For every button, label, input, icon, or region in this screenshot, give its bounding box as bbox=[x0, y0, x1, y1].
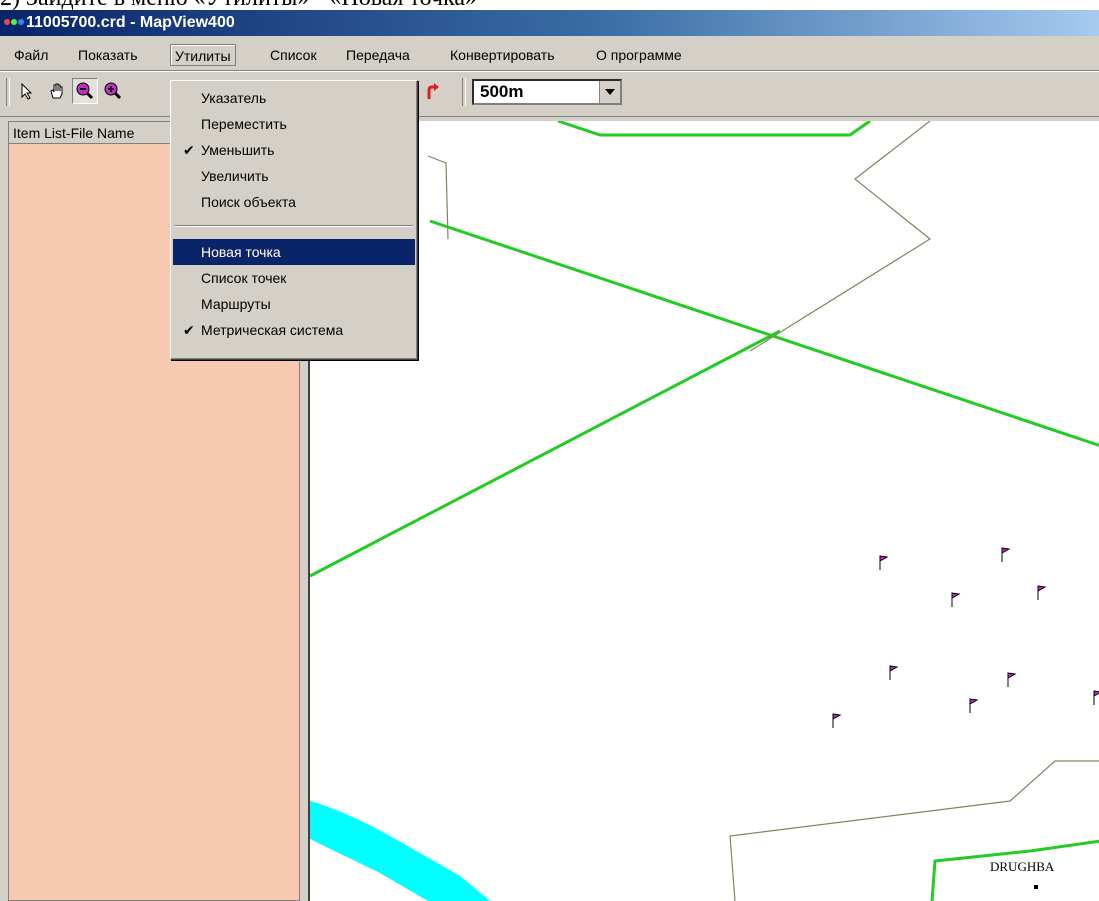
menu-transfer[interactable]: Передача bbox=[342, 44, 414, 66]
menu-item-label: Маршруты bbox=[201, 296, 271, 312]
check-icon: ✔ bbox=[183, 322, 195, 338]
route-arrow-icon bbox=[427, 83, 439, 99]
title-bar[interactable]: 11005700.crd - MapView400 bbox=[0, 10, 1099, 36]
zoom-in-icon bbox=[104, 82, 122, 100]
menu-item-label: Переместить bbox=[201, 116, 287, 132]
waypoint-flag-icon bbox=[889, 665, 899, 680]
menu-item-label: Указатель bbox=[201, 90, 267, 106]
menu-item-zoom-out[interactable]: ✔ Уменьшить bbox=[173, 137, 415, 163]
toolbar-separator bbox=[462, 78, 466, 106]
waypoint-flag-icon bbox=[1007, 672, 1017, 687]
pointer-tool-button[interactable] bbox=[14, 78, 40, 104]
waypoint-flag-icon bbox=[1037, 585, 1047, 600]
waypoint-flag-icon bbox=[1001, 547, 1011, 562]
scale-select[interactable]: 500m bbox=[472, 79, 622, 105]
menu-item-new-point[interactable]: Новая точка bbox=[173, 239, 415, 265]
menu-item-pointer[interactable]: Указатель bbox=[173, 85, 415, 111]
hand-icon bbox=[50, 83, 63, 99]
road-line bbox=[557, 121, 871, 137]
app-window: 11005700.crd - MapView400 Файл Показать … bbox=[0, 10, 1099, 901]
menu-item-label: Метрическая система bbox=[201, 322, 344, 338]
document-caption: 2) Зайдите в меню «Утилиты» - «Новая точ… bbox=[0, 0, 1099, 10]
waypoint-flag-icon bbox=[879, 555, 889, 570]
menu-item-find-object[interactable]: Поиск объекта bbox=[173, 189, 415, 215]
route-tool-button[interactable] bbox=[420, 78, 446, 104]
waypoint-flag-icon bbox=[969, 698, 979, 713]
menu-bar: Файл Показать Утилиты Список Передача Ко… bbox=[0, 36, 1099, 71]
pointer-icon bbox=[21, 82, 33, 100]
menu-item-label: Уменьшить bbox=[201, 142, 275, 158]
utilities-menu-dropdown: Указатель Переместить ✔ Уменьшить Увеличи… bbox=[170, 80, 418, 360]
menu-show[interactable]: Показать bbox=[74, 44, 142, 66]
place-label: DRUGHBA bbox=[990, 859, 1055, 874]
toolbar-separator bbox=[6, 78, 10, 106]
menu-item-label: Список точек bbox=[201, 270, 287, 286]
chevron-down-icon[interactable] bbox=[599, 81, 620, 103]
window-title: 11005700.crd - MapView400 bbox=[26, 14, 235, 31]
boundary-line bbox=[729, 760, 1099, 901]
menu-convert[interactable]: Конвертировать bbox=[446, 44, 559, 66]
menu-separator bbox=[175, 225, 413, 227]
menu-item-label: Новая точка bbox=[201, 244, 281, 260]
road-line bbox=[310, 329, 781, 578]
waypoint-flag-icon bbox=[832, 713, 842, 728]
map-drawing bbox=[310, 121, 1099, 901]
hand-tool-button[interactable] bbox=[44, 78, 70, 104]
menu-item-move[interactable]: Переместить bbox=[173, 111, 415, 137]
road-line bbox=[429, 219, 1099, 447]
menu-list[interactable]: Список bbox=[266, 44, 321, 66]
waypoint-flag-icon bbox=[951, 592, 961, 607]
menu-item-label: Увеличить bbox=[201, 168, 269, 184]
zoom-out-icon bbox=[76, 82, 94, 100]
waypoint-flag-icon bbox=[1093, 690, 1099, 705]
toolbar: 500m bbox=[0, 71, 1099, 117]
map-canvas[interactable]: DRUGHBA bbox=[308, 121, 1099, 901]
scale-value: 500m bbox=[480, 82, 524, 101]
menu-item-routes[interactable]: Маршруты bbox=[173, 291, 415, 317]
menu-item-label: Поиск объекта bbox=[201, 194, 296, 210]
zoom-out-tool-button[interactable] bbox=[72, 78, 98, 104]
menu-item-zoom-in[interactable]: Увеличить bbox=[173, 163, 415, 189]
river bbox=[310, 801, 490, 901]
check-icon: ✔ bbox=[183, 142, 195, 158]
place-marker bbox=[1034, 885, 1038, 889]
app-icon bbox=[4, 10, 25, 36]
boundary-line bbox=[749, 121, 932, 352]
menu-file[interactable]: Файл bbox=[10, 44, 52, 66]
menu-about[interactable]: О программе bbox=[592, 44, 686, 66]
zoom-in-tool-button[interactable] bbox=[100, 78, 126, 104]
menu-item-metric-system[interactable]: ✔ Метрическая система bbox=[173, 317, 415, 343]
menu-utilities[interactable]: Утилиты bbox=[170, 44, 236, 66]
menu-item-point-list[interactable]: Список точек bbox=[173, 265, 415, 291]
